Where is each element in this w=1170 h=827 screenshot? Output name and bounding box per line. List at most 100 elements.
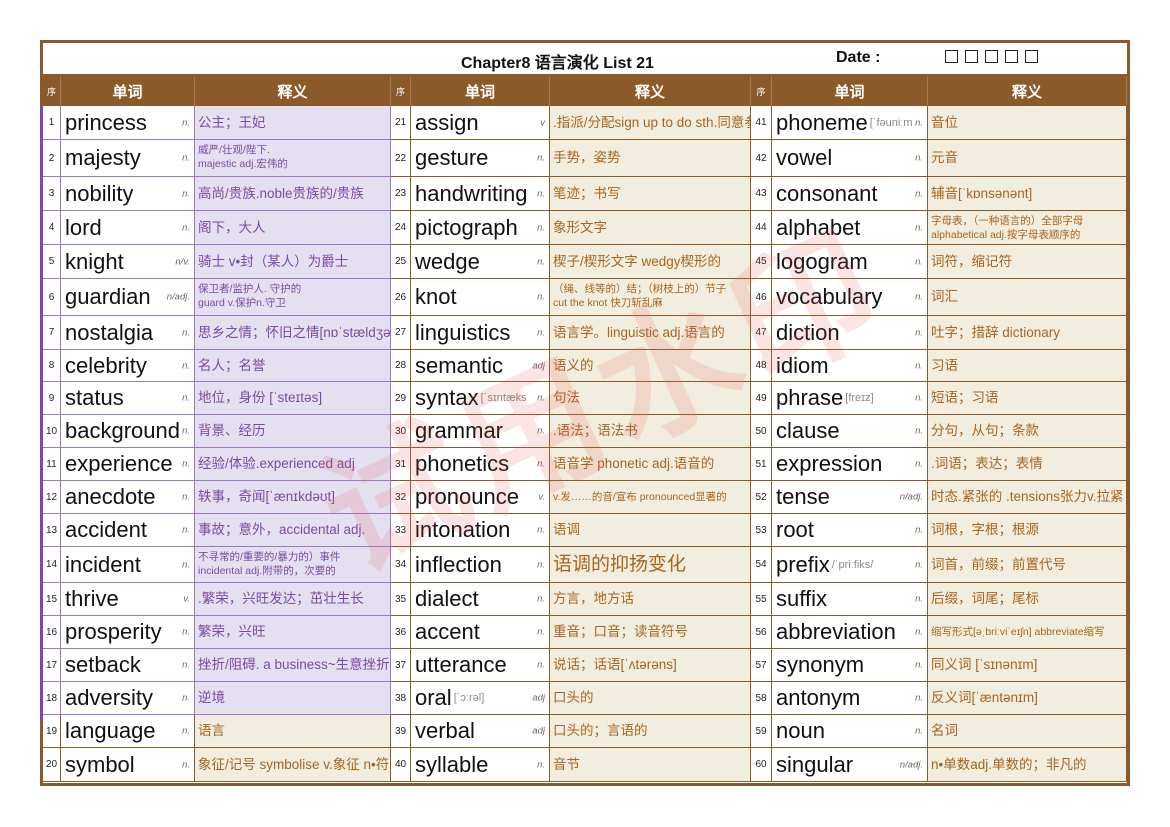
entry-definition: 句法: [550, 382, 751, 415]
header-definition-2: 释义: [550, 76, 751, 106]
entry-number: 9: [43, 382, 61, 415]
entry-definition: .语法；语法书: [550, 415, 751, 448]
date-checkbox[interactable]: [945, 50, 958, 63]
entry-word: grammar: [415, 418, 504, 443]
entry-definition: （绳、线等的）结；（树枝上的）节子 cut the knot 快刀斩乱麻: [550, 279, 751, 316]
entry-definition: 轶事，奇闻[ˈænɪkdəʊt]: [195, 481, 391, 514]
entry-word-cell: handwriting n.: [411, 177, 550, 211]
entry-number: 54: [751, 547, 772, 583]
entry-word: setback: [65, 652, 141, 677]
entry-definition: 口头的；言语的: [550, 715, 751, 748]
entry-word-cell: expression n.: [772, 448, 928, 481]
header-word-2: 单词: [411, 76, 550, 106]
entry-word-cell: utterance n.: [411, 649, 550, 682]
entry-word-cell: accent n.: [411, 616, 550, 649]
entry-word: background: [65, 418, 180, 443]
part-of-speech: n.: [915, 392, 923, 404]
entry-definition: 缩写形式[əˌbriːviˈeɪʃn] abbreviate缩写: [928, 616, 1127, 649]
part-of-speech: n.: [537, 458, 545, 470]
entry-word-cell: antonym n.: [772, 682, 928, 715]
entry-definition: 音位: [928, 106, 1127, 140]
entry-number: 32: [391, 481, 411, 514]
entry-word: syntax: [415, 385, 479, 410]
part-of-speech: n.: [537, 291, 545, 303]
part-of-speech: adj: [532, 360, 545, 371]
entry-word: princess: [65, 109, 147, 135]
entry-definition: 说话；话语[ˈʌtərəns]: [550, 649, 751, 682]
entry-word: synonym: [776, 652, 865, 677]
entry-phonetic: [ˈsɪntæks: [480, 392, 527, 404]
entry-definition: 挫折/阻碍. a business~生意挫折: [195, 649, 391, 682]
part-of-speech: n.: [915, 524, 923, 536]
column-header-row: 序单词 释义序单词 释义序单词 释义: [43, 76, 1127, 106]
entry-word: vowel: [776, 145, 833, 170]
entry-word-cell: syllable n.: [411, 748, 550, 782]
entry-number: 56: [751, 616, 772, 649]
date-checkbox[interactable]: [1005, 50, 1018, 63]
entry-number: 10: [43, 415, 61, 448]
entry-definition: 骑士 v•封（某人）为爵士: [195, 245, 391, 279]
header-word-3: 单词: [772, 76, 928, 106]
entry-definition: v.发……的音/宣布 pronounced显著的: [550, 481, 751, 514]
entry-word-cell: celebrity n.: [61, 350, 195, 382]
part-of-speech: n.: [915, 360, 923, 371]
entry-word: nobility: [65, 180, 134, 206]
entry-number: 19: [43, 715, 61, 748]
header-seq-1: 序: [43, 76, 61, 106]
entry-definition: 语言: [195, 715, 391, 748]
entry-definition: 象征/记号 symbolise v.象征 n•符号: [195, 748, 391, 782]
entry-number: 31: [391, 448, 411, 481]
entry-word-cell: dialect n.: [411, 583, 550, 616]
entry-word: phoneme: [776, 109, 868, 135]
entry-number: 40: [391, 748, 411, 782]
part-of-speech: n.: [182, 692, 190, 704]
entry-number: 51: [751, 448, 772, 481]
entry-word-cell: phoneme [ˈfəuniːm n.: [772, 106, 928, 140]
part-of-speech: adj: [532, 725, 545, 737]
entry-definition: 经验/体验.experienced adj: [195, 448, 391, 481]
part-of-speech: v: [540, 117, 545, 128]
entry-word-cell: pronounce v.: [411, 481, 550, 514]
header-definition-3: 释义: [928, 76, 1127, 106]
date-checkbox[interactable]: [965, 50, 978, 63]
entry-word-cell: language n.: [61, 715, 195, 748]
entry-word: consonant: [776, 180, 878, 206]
entry-word-cell: clause n.: [772, 415, 928, 448]
entry-number: 24: [391, 211, 411, 245]
entry-definition: .词语；表达；表情: [928, 448, 1127, 481]
entry-number: 1: [43, 106, 61, 140]
part-of-speech: n.: [182, 524, 190, 536]
entry-word-cell: experience n.: [61, 448, 195, 481]
entry-word: inflection: [415, 551, 502, 577]
part-of-speech: n.: [182, 559, 190, 570]
entry-number: 34: [391, 547, 411, 583]
entry-word-cell: inflection n.: [411, 547, 550, 583]
entry-word-cell: suffix n.: [772, 583, 928, 616]
entry-phonetic: [ˈɔːrəl]: [453, 692, 485, 704]
entry-number: 17: [43, 649, 61, 682]
part-of-speech: n.: [182, 117, 190, 128]
entry-number: 23: [391, 177, 411, 211]
entry-word: knot: [415, 284, 457, 309]
entry-number: 37: [391, 649, 411, 682]
entry-number: 22: [391, 140, 411, 177]
part-of-speech: n.: [915, 458, 923, 470]
part-of-speech: n.: [537, 659, 545, 671]
part-of-speech: n.: [915, 117, 923, 128]
entry-word-cell: diction n.: [772, 316, 928, 350]
entry-word-cell: oral [ˈɔːrəl] adj: [411, 682, 550, 715]
part-of-speech: v.: [183, 593, 190, 605]
entry-number: 45: [751, 245, 772, 279]
date-checkbox[interactable]: [985, 50, 998, 63]
entry-number: 59: [751, 715, 772, 748]
entry-word: dialect: [415, 586, 479, 611]
entry-number: 25: [391, 245, 411, 279]
entry-word: verbal: [415, 718, 475, 743]
date-checkbox[interactable]: [1025, 50, 1038, 63]
entry-definition: 词根，字根；根源: [928, 514, 1127, 547]
entry-definition: 象形文字: [550, 211, 751, 245]
entry-number: 11: [43, 448, 61, 481]
part-of-speech: n.: [537, 222, 545, 233]
entry-definition: 习语: [928, 350, 1127, 382]
entry-definition: 语音学 phonetic adj.语音的: [550, 448, 751, 481]
